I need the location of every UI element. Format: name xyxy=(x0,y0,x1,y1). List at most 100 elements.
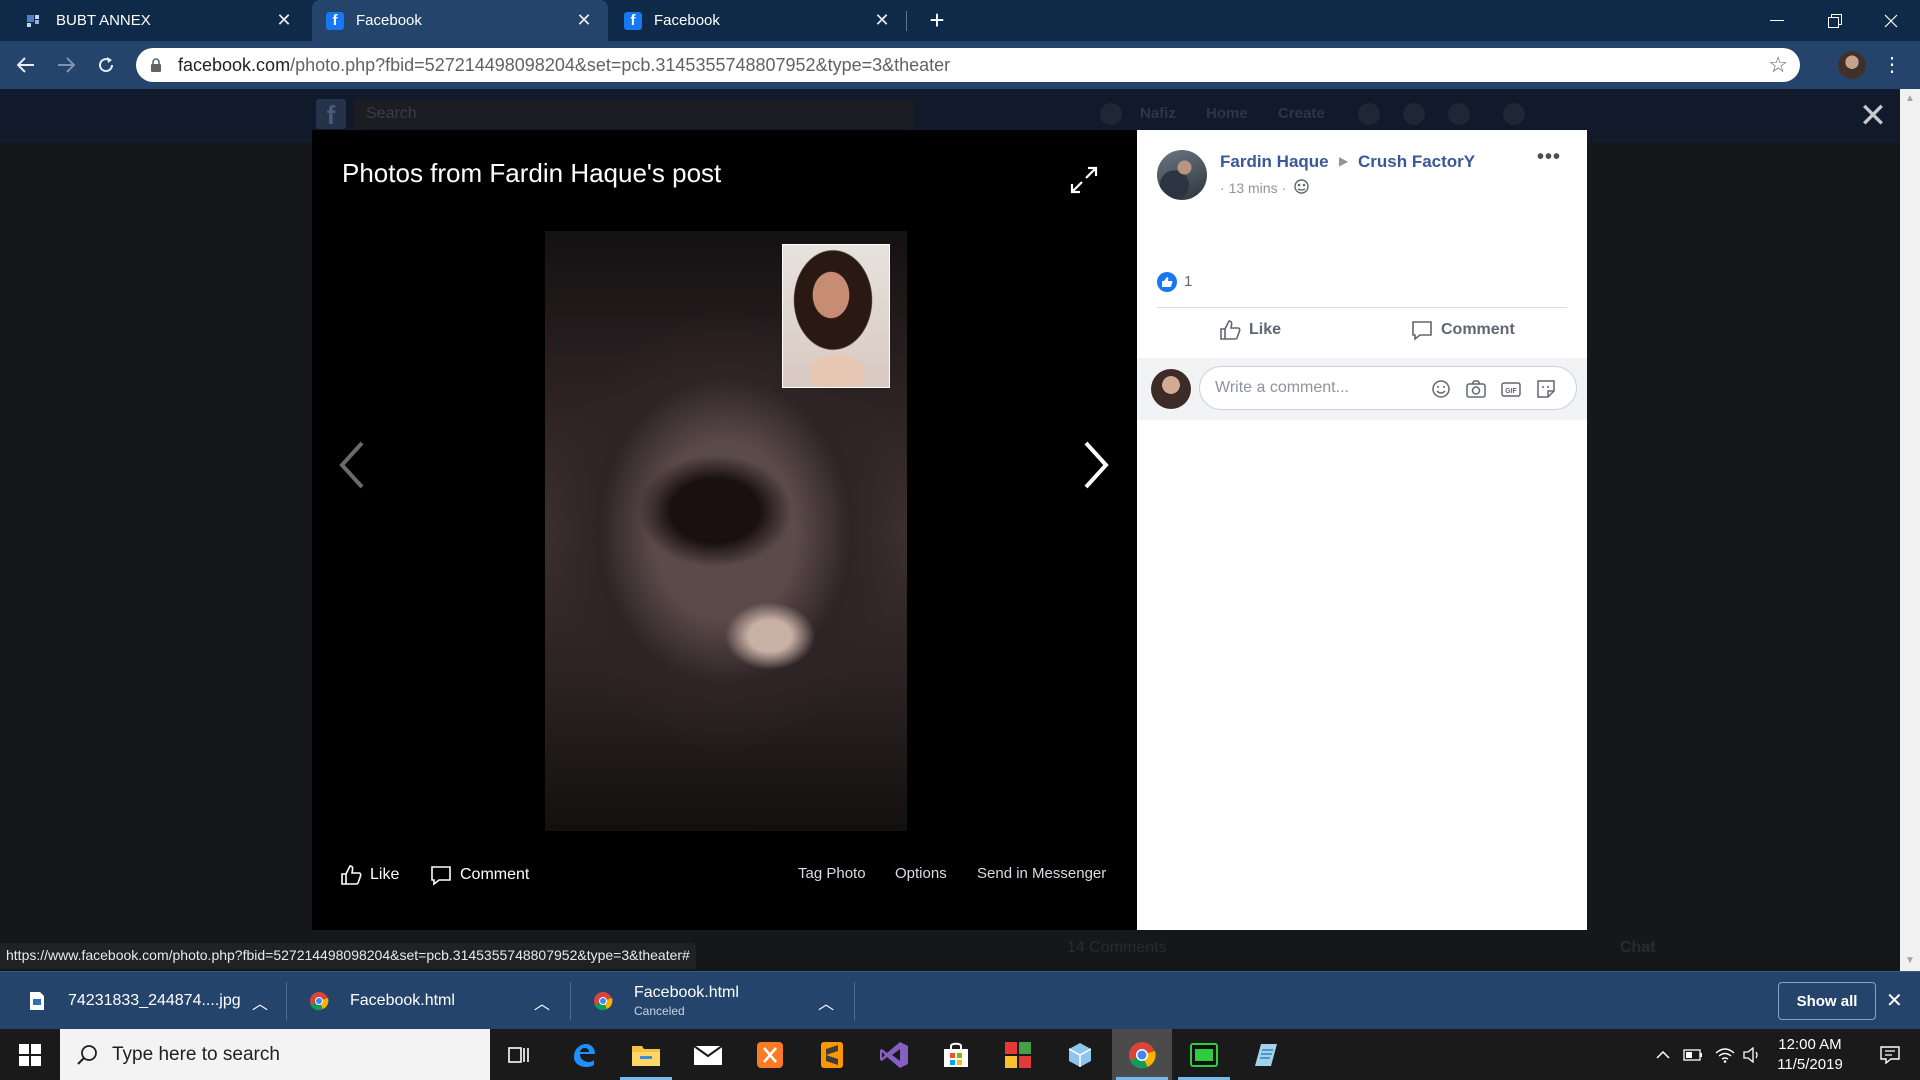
thumbs-up-icon xyxy=(341,865,362,885)
download-text: Facebook.html Canceled xyxy=(634,984,739,1018)
download-options-chevron-icon[interactable]: ︿ xyxy=(534,990,550,1014)
tab-bubt-annex[interactable]: BUBT ANNEX ✕ xyxy=(12,0,308,41)
notifications-icon[interactable] xyxy=(1448,103,1470,125)
comment-input-wrapper[interactable]: GIF xyxy=(1199,366,1577,410)
battery-icon[interactable] xyxy=(1680,1029,1706,1080)
tab-title: Facebook xyxy=(356,12,422,29)
help-icon[interactable] xyxy=(1503,103,1525,125)
taskbar-clock[interactable]: 12:00 AM 11/5/2019 xyxy=(1760,1035,1860,1075)
download-item[interactable]: Facebook.html xyxy=(308,972,455,1030)
current-user-avatar[interactable] xyxy=(1151,369,1191,409)
3d-viewer-icon[interactable] xyxy=(1050,1029,1110,1080)
next-photo-icon[interactable] xyxy=(1074,435,1118,495)
post-like-label: Like xyxy=(1249,321,1282,338)
start-button[interactable] xyxy=(0,1029,60,1080)
bookmark-star-icon[interactable]: ☆ xyxy=(1768,52,1788,78)
photo-theater: Photos from Fardin Haque's post Like Com… xyxy=(312,130,1137,930)
show-hidden-icons-chevron[interactable] xyxy=(1650,1029,1676,1080)
sublime-text-icon[interactable] xyxy=(802,1029,862,1080)
nav-profile[interactable]: Nafiz xyxy=(1140,105,1176,122)
chrome-app-icon[interactable] xyxy=(1112,1029,1172,1080)
tab-facebook[interactable]: f Facebook ✕ xyxy=(610,0,906,41)
show-all-downloads-button[interactable]: Show all xyxy=(1778,982,1876,1020)
close-viewer-icon[interactable]: ✕ xyxy=(1858,99,1888,133)
theater-like-button[interactable]: Like xyxy=(340,860,399,890)
download-shelf: 74231833_244874....jpg ︿ Facebook.html ︿… xyxy=(0,971,1920,1029)
tab-close-icon[interactable]: ✕ xyxy=(274,10,294,31)
post-photo[interactable] xyxy=(545,231,907,831)
post-like-button[interactable]: Like xyxy=(1219,316,1281,344)
tab-close-icon[interactable]: ✕ xyxy=(574,10,594,31)
file-explorer-icon[interactable] xyxy=(616,1029,676,1080)
close-download-shelf-icon[interactable]: ✕ xyxy=(1886,988,1903,1013)
facebook-search-input[interactable]: Search xyxy=(354,99,914,129)
sticker-icon[interactable] xyxy=(1535,378,1557,400)
fullscreen-expand-icon[interactable] xyxy=(1068,164,1100,196)
audience-group-icon[interactable] xyxy=(1294,179,1309,194)
office-tiles-icon[interactable] xyxy=(988,1029,1048,1080)
download-item[interactable]: Facebook.html Canceled xyxy=(592,972,739,1030)
facebook-logo-icon[interactable]: f xyxy=(316,99,346,130)
post-options-icon[interactable]: ••• xyxy=(1537,146,1561,169)
taskbar-search-box[interactable]: Type here to search xyxy=(60,1029,490,1080)
nav-home[interactable]: Home xyxy=(1206,105,1248,122)
notepad-app-icon[interactable] xyxy=(1236,1029,1296,1080)
nav-create[interactable]: Create xyxy=(1278,105,1325,122)
friends-icon[interactable] xyxy=(1358,103,1380,125)
comment-composer: GIF xyxy=(1137,358,1587,420)
wifi-icon[interactable] xyxy=(1712,1029,1738,1080)
task-view-icon[interactable] xyxy=(490,1029,550,1080)
download-status: Canceled xyxy=(634,1004,685,1018)
post-author-link[interactable]: Fardin Haque xyxy=(1220,152,1329,172)
camera-icon[interactable] xyxy=(1465,378,1487,400)
tab-facebook-active[interactable]: f Facebook ✕ xyxy=(312,0,608,41)
options-link[interactable]: Options xyxy=(895,865,947,882)
forward-button[interactable] xyxy=(50,49,82,81)
scroll-down-icon[interactable]: ▼ xyxy=(1904,955,1916,967)
like-reaction-icon[interactable] xyxy=(1157,272,1177,292)
post-group-link[interactable]: Crush FactorY xyxy=(1358,152,1475,172)
send-in-messenger-link[interactable]: Send in Messenger xyxy=(977,865,1106,882)
action-center-icon[interactable] xyxy=(1862,1029,1918,1080)
bubt-favicon-icon xyxy=(26,12,44,30)
tag-photo-link[interactable]: Tag Photo xyxy=(798,865,866,882)
post-comment-button[interactable]: Comment xyxy=(1411,316,1515,344)
xampp-app-icon[interactable] xyxy=(740,1029,800,1080)
theater-comment-button[interactable]: Comment xyxy=(430,860,529,890)
minimize-button[interactable] xyxy=(1748,0,1806,41)
mail-app-icon[interactable] xyxy=(678,1029,738,1080)
comment-input[interactable] xyxy=(1215,379,1415,397)
url-path: /photo.php?fbid=527214498098204&set=pcb.… xyxy=(290,54,951,75)
new-tab-button[interactable]: + xyxy=(920,4,954,38)
close-window-button[interactable] xyxy=(1862,0,1920,41)
gif-icon[interactable]: GIF xyxy=(1500,378,1522,400)
post-timestamp[interactable]: · 13 mins · xyxy=(1220,180,1286,196)
download-options-chevron-icon[interactable]: ︿ xyxy=(252,990,268,1014)
author-avatar[interactable] xyxy=(1157,150,1207,200)
tab-title: Facebook xyxy=(654,12,720,29)
previous-photo-icon[interactable] xyxy=(332,435,376,495)
user-avatar-icon[interactable] xyxy=(1100,103,1122,125)
restore-button[interactable] xyxy=(1806,0,1864,41)
terminal-app-icon[interactable] xyxy=(1174,1029,1234,1080)
tab-close-icon[interactable]: ✕ xyxy=(872,10,892,31)
address-bar[interactable]: facebook.com/photo.php?fbid=527214498098… xyxy=(136,48,1800,82)
reload-button[interactable] xyxy=(90,49,122,81)
visual-studio-icon[interactable] xyxy=(864,1029,924,1080)
microsoft-store-icon[interactable] xyxy=(926,1029,986,1080)
search-icon xyxy=(77,1044,97,1065)
download-options-chevron-icon[interactable]: ︿ xyxy=(818,990,834,1014)
reaction-count[interactable]: 1 xyxy=(1184,273,1192,290)
lock-icon[interactable] xyxy=(150,58,164,72)
browser-toolbar: facebook.com/photo.php?fbid=527214498098… xyxy=(0,41,1920,89)
emoji-icon[interactable] xyxy=(1430,378,1452,400)
post-comment-label: Comment xyxy=(1441,321,1515,338)
messenger-icon[interactable] xyxy=(1403,103,1425,125)
download-item[interactable]: 74231833_244874....jpg xyxy=(26,972,241,1030)
profile-avatar[interactable] xyxy=(1838,51,1866,79)
page-scrollbar[interactable]: ▲ ▼ xyxy=(1900,89,1920,971)
edge-app-icon[interactable] xyxy=(554,1029,614,1080)
chrome-menu-icon[interactable]: ⋮ xyxy=(1880,51,1904,79)
scroll-up-icon[interactable]: ▲ xyxy=(1904,93,1916,105)
back-button[interactable] xyxy=(10,49,42,81)
